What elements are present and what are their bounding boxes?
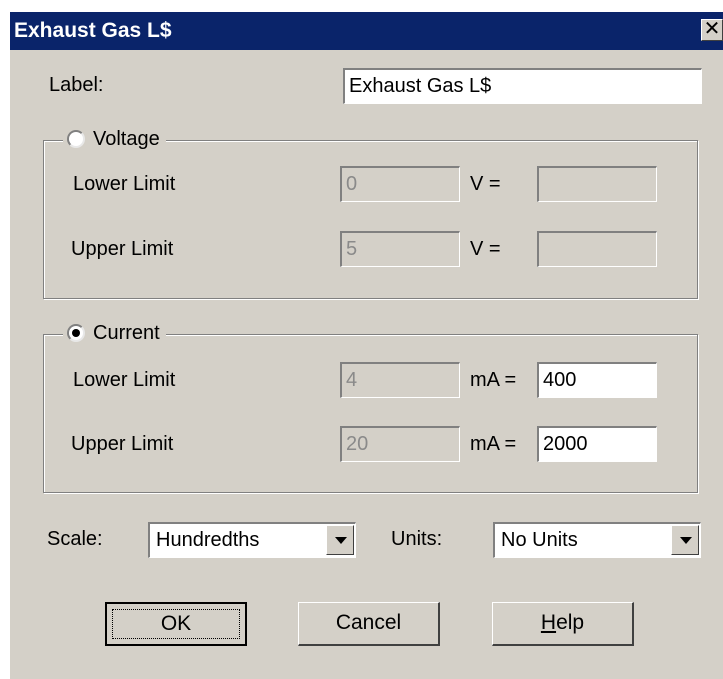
current-upper-limit-label: Upper Limit [71, 433, 174, 455]
chevron-down-icon[interactable] [326, 525, 354, 555]
voltage-radio[interactable]: Voltage [63, 126, 166, 152]
current-upper-unit: mA = [470, 433, 517, 455]
voltage-group [43, 140, 698, 299]
current-radio-icon [67, 324, 85, 342]
voltage-upper-limit-input[interactable]: 5 [340, 231, 460, 267]
scale-label: Scale: [47, 528, 103, 550]
voltage-radio-icon [67, 130, 85, 148]
help-button[interactable]: Help [492, 602, 634, 646]
current-lower-limit-label: Lower Limit [73, 369, 176, 391]
dialog-window: Exhaust Gas L$ ✕ Label: Exhaust Gas L$ V… [10, 12, 723, 679]
voltage-lower-unit: V = [470, 173, 501, 195]
voltage-upper-limit-label: Upper Limit [71, 238, 174, 260]
current-lower-limit-input[interactable]: 4 [340, 362, 460, 398]
label-field-label: Label: [49, 74, 104, 96]
units-label: Units: [391, 528, 443, 550]
current-label: Current [93, 321, 160, 344]
title-bar: Exhaust Gas L$ ✕ [10, 12, 723, 50]
help-button-label: elp [556, 611, 585, 634]
chevron-down-icon[interactable] [671, 525, 699, 555]
ok-button-label: OK [112, 609, 240, 639]
voltage-lower-limit-input[interactable]: 0 [340, 166, 460, 202]
radio-selected-dot [72, 329, 80, 337]
current-lower-mapped-input[interactable]: 400 [537, 362, 657, 398]
help-button-mnemonic: H [540, 611, 557, 634]
units-selected-value: No Units [501, 529, 578, 551]
current-lower-unit: mA = [470, 369, 517, 391]
voltage-upper-mapped-input[interactable] [537, 231, 657, 267]
current-upper-limit-input[interactable]: 20 [340, 426, 460, 462]
window-title: Exhaust Gas L$ [14, 19, 172, 42]
voltage-upper-unit: V = [470, 238, 501, 260]
units-dropdown[interactable]: No Units [493, 522, 701, 558]
voltage-lower-mapped-input[interactable] [537, 166, 657, 202]
ok-button[interactable]: OK [105, 602, 247, 646]
close-button[interactable]: ✕ [701, 19, 723, 41]
scale-dropdown[interactable]: Hundredths [148, 522, 356, 558]
current-radio[interactable]: Current [63, 320, 166, 346]
voltage-lower-limit-label: Lower Limit [73, 173, 176, 195]
current-upper-mapped-input[interactable]: 2000 [537, 426, 657, 462]
close-icon: ✕ [703, 18, 721, 40]
cancel-button[interactable]: Cancel [298, 602, 440, 646]
scale-selected-value: Hundredths [156, 529, 260, 551]
voltage-label: Voltage [93, 127, 160, 150]
label-input[interactable]: Exhaust Gas L$ [343, 68, 702, 104]
cancel-button-label: Cancel [335, 611, 402, 634]
current-group [43, 334, 698, 493]
